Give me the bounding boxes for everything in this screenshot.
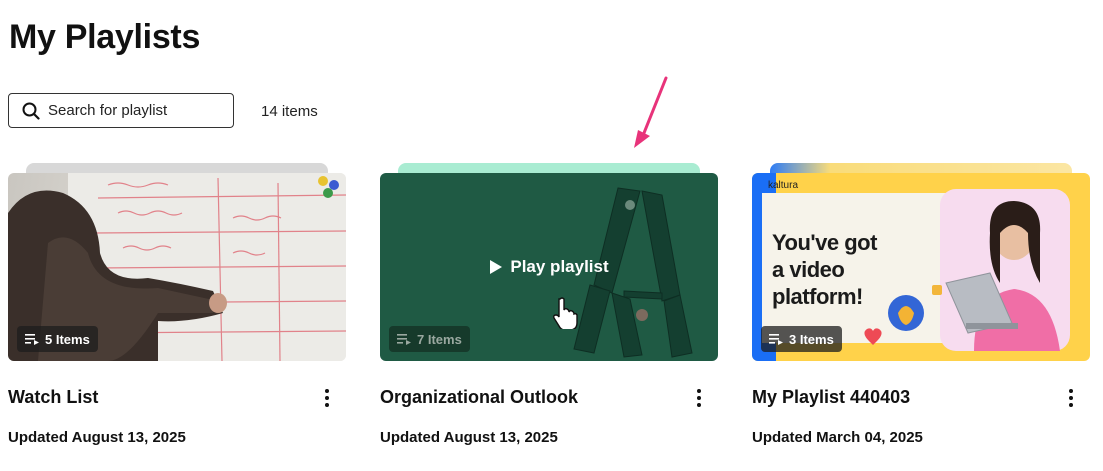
playlist-title[interactable]: Watch List [8, 387, 98, 408]
playlist-thumbnail[interactable]: kaltura You've got a video platform! 3 I… [752, 173, 1090, 361]
search-input[interactable] [48, 102, 218, 119]
item-count-label: 5 Items [45, 331, 90, 347]
items-count: 14 items [261, 103, 318, 120]
playlist-updated-date: Updated August 13, 2025 [8, 429, 186, 446]
page-title: My Playlists [9, 18, 201, 56]
playlist-updated-date: Updated March 04, 2025 [752, 429, 923, 446]
playlist-icon [769, 334, 783, 345]
item-count-badge: 5 Items [17, 326, 98, 352]
play-playlist-button[interactable]: Play playlist [380, 257, 718, 277]
annotation-arrow-icon [634, 76, 668, 148]
kebab-menu-icon[interactable] [692, 387, 706, 409]
playlist-updated-date: Updated August 13, 2025 [380, 429, 558, 446]
kebab-menu-icon[interactable] [1064, 387, 1078, 409]
play-icon [490, 260, 503, 274]
kebab-menu-icon[interactable] [320, 387, 334, 409]
playlist-icon [25, 334, 39, 345]
item-count-label: 7 Items [417, 331, 462, 347]
playlist-icon [397, 334, 411, 345]
item-count-label: 3 Items [789, 331, 834, 347]
hand-cursor-icon [553, 297, 578, 329]
playlist-thumbnail[interactable]: 5 Items [8, 173, 346, 361]
item-count-badge: 7 Items [389, 326, 470, 352]
playlist-title[interactable]: Organizational Outlook [380, 387, 578, 408]
search-icon [22, 102, 40, 120]
item-count-badge: 3 Items [761, 326, 842, 352]
play-playlist-label: Play playlist [510, 257, 609, 276]
playlist-thumbnail[interactable]: Play playlist 7 Items [380, 173, 718, 361]
search-box[interactable] [8, 93, 234, 128]
playlist-title[interactable]: My Playlist 440403 [752, 387, 910, 408]
